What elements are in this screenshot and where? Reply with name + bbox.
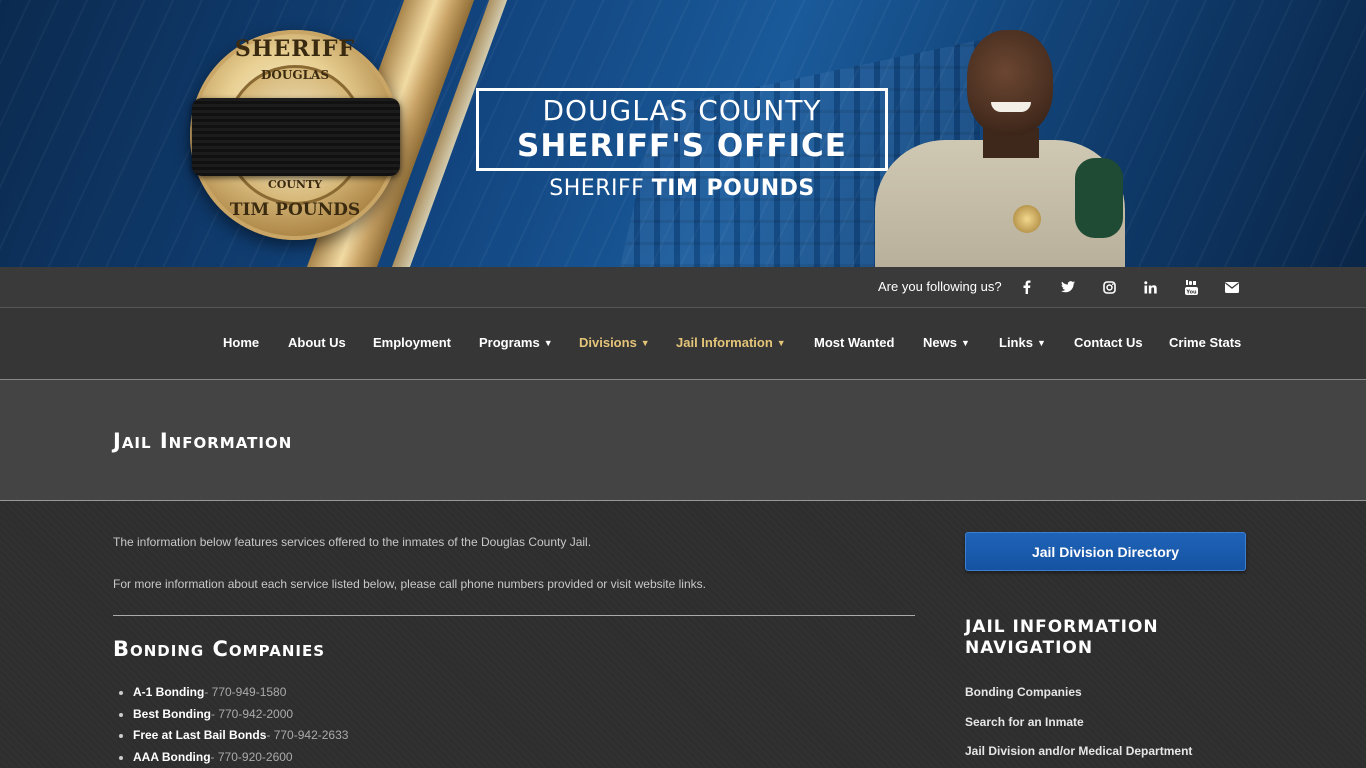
list-item[interactable]: AAA Bonding- 770-920-2600 [119, 747, 348, 768]
bonding-company-name: A-1 Bonding [133, 685, 205, 699]
list-item[interactable]: Free at Last Bail Bonds- 770-942-2633 [119, 725, 348, 747]
intro-paragraph: The information below features services … [113, 535, 592, 549]
chevron-down-icon: ▼ [640, 337, 650, 348]
badge-top-text: SHERIFF [234, 36, 356, 62]
nav-divisions[interactable]: Divisions ▼ [579, 335, 650, 350]
nav-programs[interactable]: Programs ▼ [479, 335, 553, 350]
nav-about-us-label: About Us [288, 335, 346, 350]
bonding-company-name: AAA Bonding [133, 749, 211, 764]
nav-news[interactable]: News ▼ [923, 335, 970, 350]
nav-most-wanted-label: Most Wanted [814, 335, 895, 350]
nav-contact-us-label: Contact Us [1074, 335, 1143, 350]
intro-paragraph-2: For more information about each service … [113, 577, 706, 591]
sidebar-nav-title: Jail Information Navigation [965, 617, 1159, 658]
list-item[interactable]: Best Bonding- 770-942-2000 [119, 704, 348, 726]
main-nav: Home About Us Employment Programs ▼ Divis… [0, 308, 1366, 380]
nav-crime-stats[interactable]: Crime Stats [1169, 335, 1241, 350]
social-label: Are you following us? [878, 279, 1002, 294]
site-title-line1: DOUGLAS COUNTY [542, 94, 822, 127]
section-title: Bonding Companies [113, 637, 326, 661]
nav-links-label: Links [999, 335, 1033, 350]
badge-sheriff-name: TIM POUNDS [229, 200, 361, 220]
youtube-icon[interactable]: You [1181, 277, 1201, 297]
mourning-band [192, 98, 400, 176]
svg-text:You: You [1185, 289, 1197, 295]
nav-divisions-label: Divisions [579, 335, 637, 350]
badge-county-label: COUNTY [267, 178, 323, 191]
portrait-star-badge [1013, 205, 1041, 233]
nav-home-label: Home [223, 335, 260, 350]
instagram-icon[interactable] [1099, 277, 1119, 297]
nav-programs-label: Programs [479, 335, 540, 350]
chevron-down-icon: ▼ [1036, 337, 1046, 348]
nav-crime-stats-label: Crime Stats [1169, 335, 1242, 350]
sidebar-link-jail-division-medical[interactable]: Jail Division and/or Medical Department [965, 744, 1192, 758]
chevron-down-icon: ▼ [960, 337, 970, 348]
nav-contact-us[interactable]: Contact Us [1074, 335, 1143, 350]
subtitle-prefix: SHERIFF [549, 176, 652, 201]
twitter-icon[interactable] [1058, 277, 1078, 297]
badge-county-name: DOUGLAS [261, 68, 329, 82]
nav-news-label: News [923, 335, 957, 350]
email-icon[interactable] [1222, 277, 1242, 297]
bonding-company-phone: - 770-949-1580 [204, 685, 287, 699]
nav-jail-information[interactable]: Jail Information ▼ [676, 335, 786, 350]
page-title-band: Jail Information [0, 380, 1366, 501]
sheriff-portrait [875, 30, 1125, 267]
nav-home[interactable]: Home [223, 335, 259, 350]
chevron-down-icon: ▼ [543, 337, 553, 348]
facebook-icon[interactable] [1017, 277, 1037, 297]
site-title-line2: SHERIFF'S OFFICE [517, 128, 847, 164]
social-bar: Are you following us? You [0, 267, 1366, 308]
site-title-box[interactable]: DOUGLAS COUNTY SHERIFF'S OFFICE [476, 88, 888, 171]
sidebar-link-search-inmate[interactable]: Search for an Inmate [965, 715, 1084, 729]
sheriff-badge-logo[interactable]: SHERIFF DOUGLAS COUNTY TIM POUNDS [190, 30, 400, 240]
bonding-company-name: Best Bonding [133, 706, 211, 721]
linkedin-icon[interactable] [1140, 277, 1160, 297]
list-item[interactable]: A-1 Bonding- 770-949-1580 [119, 682, 348, 704]
bonding-company-name: Free at Last Bail Bonds [133, 728, 267, 742]
page-title: Jail Information [113, 429, 293, 453]
portrait-shoulder-patch [1075, 158, 1123, 238]
nav-most-wanted[interactable]: Most Wanted [814, 335, 894, 350]
nav-employment[interactable]: Employment [373, 335, 451, 350]
nav-employment-label: Employment [373, 335, 452, 350]
sheriff-name-subtitle: SHERIFF TIM POUNDS [476, 176, 888, 201]
portrait-head [967, 30, 1053, 135]
nav-links[interactable]: Links ▼ [999, 335, 1046, 350]
nav-jail-information-label: Jail Information [676, 335, 773, 350]
portrait-smile [991, 102, 1031, 112]
bonding-companies-list: A-1 Bonding- 770-949-1580 Best Bonding- … [119, 682, 348, 768]
jail-division-directory-button[interactable]: Jail Division Directory [965, 532, 1246, 571]
sidebar-link-bonding-companies[interactable]: Bonding Companies [965, 685, 1082, 699]
nav-about-us[interactable]: About Us [288, 335, 346, 350]
bonding-company-phone: - 770-942-2633 [266, 728, 349, 742]
content-divider [113, 615, 915, 616]
bonding-company-phone: - 770-942-2000 [211, 706, 294, 721]
chevron-down-icon: ▼ [776, 337, 786, 348]
subtitle-name: TIM POUNDS [651, 176, 815, 201]
header-banner: SHERIFF DOUGLAS COUNTY TIM POUNDS DOUGLA… [0, 0, 1366, 267]
main-content: The information below features services … [0, 501, 1366, 768]
bonding-company-phone: - 770-920-2600 [210, 749, 293, 764]
